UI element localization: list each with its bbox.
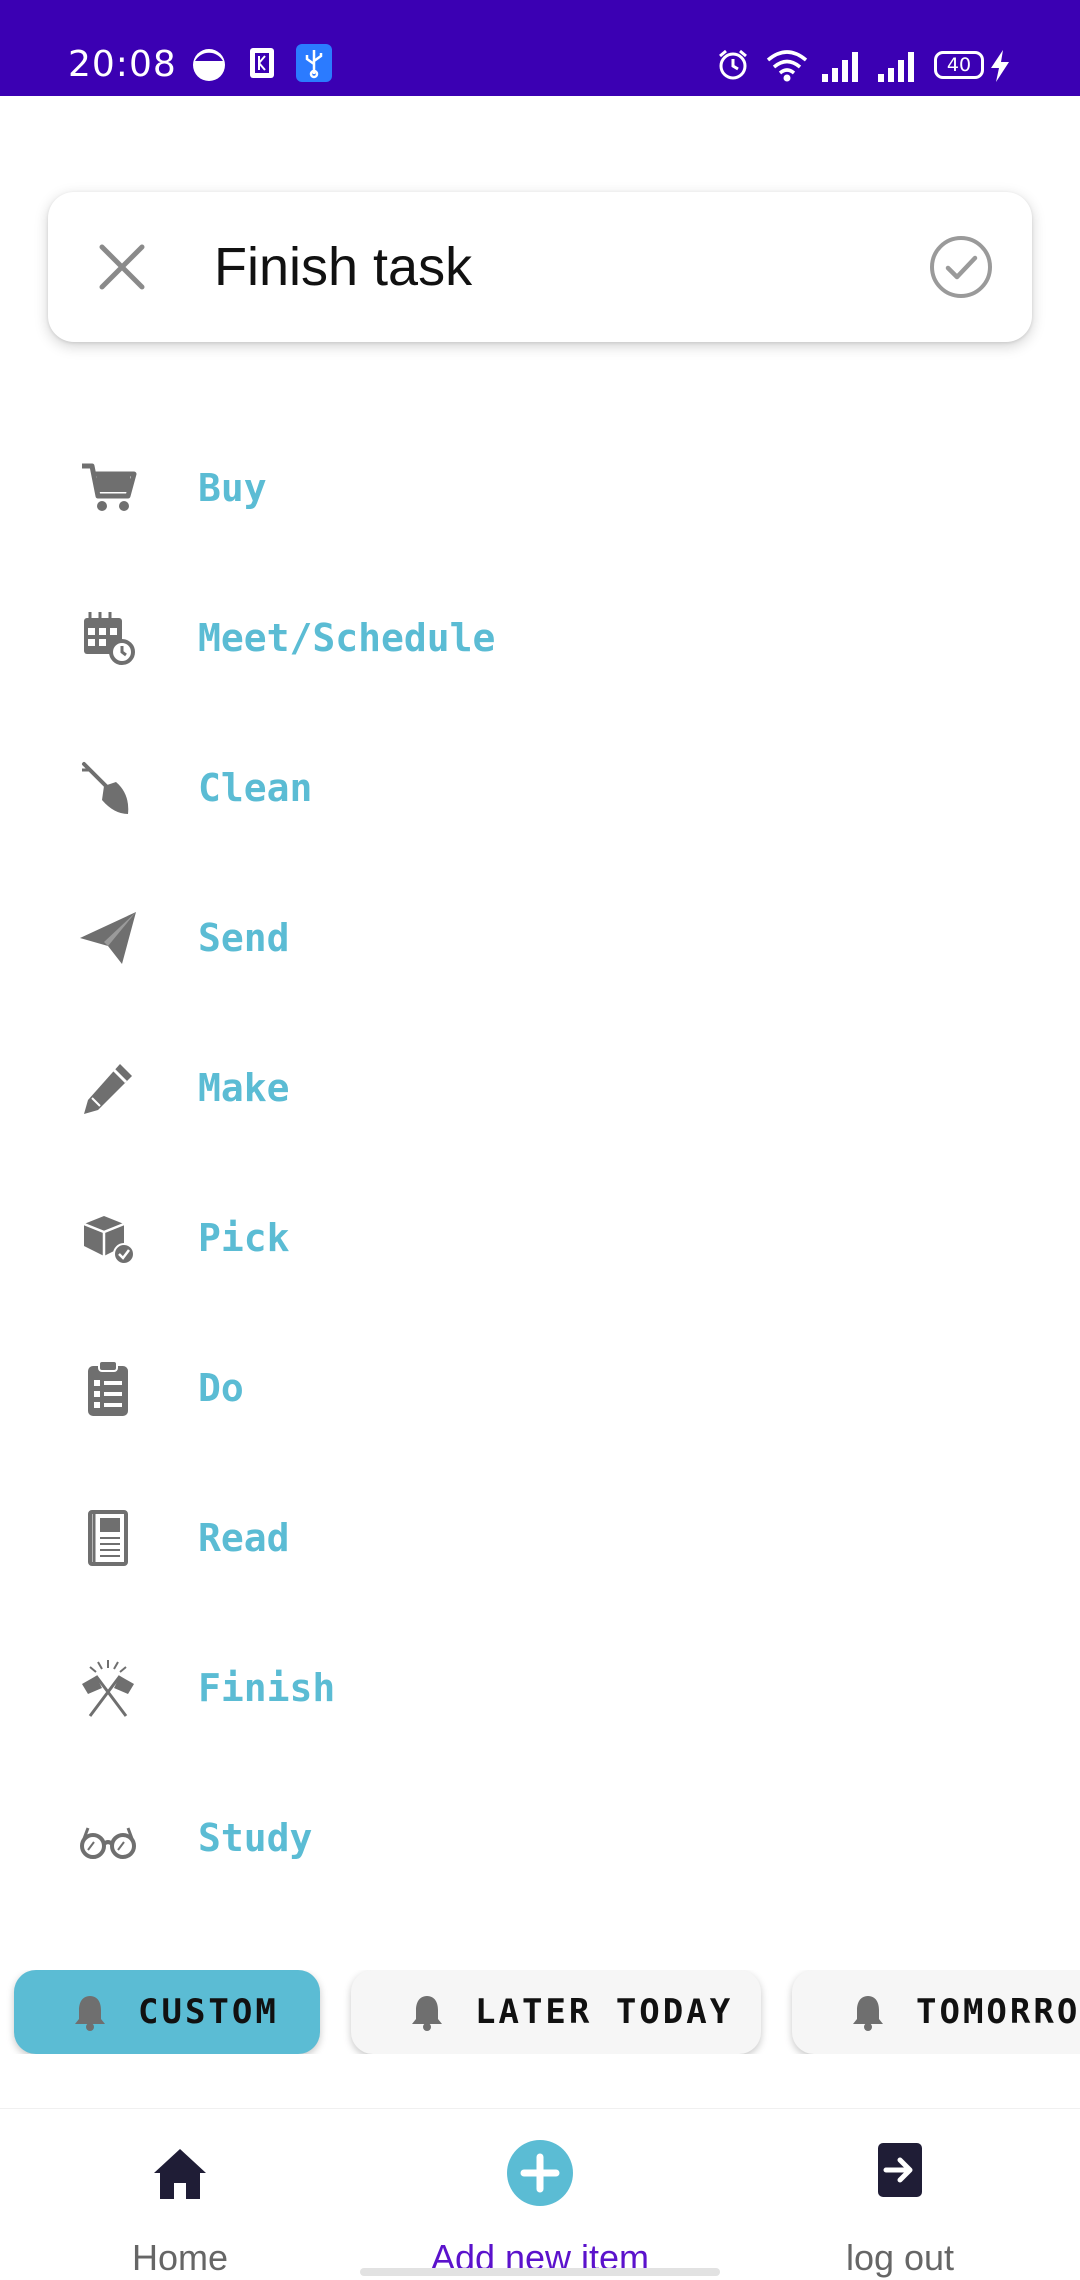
category-label: Make: [198, 1066, 290, 1110]
battery-icon: 40: [934, 51, 984, 79]
category-item-pick[interactable]: Pick: [0, 1163, 1080, 1313]
task-input[interactable]: [214, 226, 934, 308]
category-item-finish[interactable]: Finish: [0, 1613, 1080, 1763]
signal-icon: [822, 52, 858, 82]
charging-icon: [991, 50, 1009, 82]
nav-home-label: Home: [131, 2237, 229, 2278]
bell-icon: [75, 1996, 105, 2031]
category-item-meet-schedule[interactable]: Meet/Schedule: [0, 563, 1080, 713]
crossed-flags-icon: [82, 1660, 134, 1717]
status-time: 20:08: [68, 44, 177, 85]
reminder-chip-tomorrow[interactable]: TOMORROW: [792, 1970, 1080, 2054]
category-item-read[interactable]: Read: [0, 1463, 1080, 1613]
category-label: Buy: [198, 466, 267, 510]
alarm-icon: [719, 49, 747, 80]
nav-home[interactable]: Home: [60, 2109, 300, 2280]
category-label: Read: [198, 1516, 290, 1560]
logout-icon: [878, 2143, 922, 2197]
glasses-icon: [80, 1827, 136, 1859]
category-item-buy[interactable]: Buy: [0, 413, 1080, 563]
task-input-card: [48, 192, 1032, 342]
category-label: Study: [198, 1816, 313, 1860]
pencil-icon: [84, 1064, 132, 1114]
category-label: Meet/Schedule: [198, 616, 496, 660]
close-icon[interactable]: [90, 235, 154, 299]
k-square-icon: [250, 48, 274, 78]
home-icon: [154, 2149, 206, 2199]
package-check-icon: [83, 1216, 135, 1265]
nav-add-new-item[interactable]: Add new item: [400, 2109, 680, 2280]
reminder-chip-custom[interactable]: CUSTOM: [14, 1970, 320, 2054]
category-label: Do: [198, 1366, 244, 1410]
nav-log-out[interactable]: log out: [780, 2109, 1020, 2280]
category-item-do[interactable]: Do: [0, 1313, 1080, 1463]
category-label: Finish: [198, 1666, 336, 1710]
book-icon: [88, 1510, 128, 1566]
half-moon-icon: [193, 49, 225, 81]
status-bar: 20:08 40: [0, 0, 1080, 96]
confirm-check-icon[interactable]: [928, 234, 994, 300]
reminder-chip-later-today[interactable]: LATER TODAY: [351, 1970, 761, 2054]
reminder-chip-label: CUSTOM: [138, 1992, 279, 2032]
plus-circle-icon: [507, 2140, 573, 2206]
calendar-clock-icon: [84, 612, 135, 665]
category-item-make[interactable]: Make: [0, 1013, 1080, 1163]
nav-logout-label: log out: [845, 2237, 955, 2278]
reminder-chip-label: LATER TODAY: [475, 1992, 734, 2032]
bell-icon: [853, 1996, 883, 2031]
signal-icon: [878, 52, 914, 82]
shopping-cart-icon: [82, 463, 137, 511]
bell-icon: [412, 1996, 442, 2031]
paper-plane-icon: [80, 912, 136, 964]
broom-icon: [82, 762, 129, 814]
category-item-send[interactable]: Send: [0, 863, 1080, 1013]
reminder-chips: CUSTOM LATER TODAY TOMORROW: [0, 1970, 1080, 2054]
clipboard-list-icon: [88, 1360, 128, 1416]
wifi-icon: [766, 50, 808, 82]
category-label: Send: [198, 916, 290, 960]
battery-level: 40: [946, 54, 972, 76]
usb-icon: [296, 44, 332, 82]
category-item-clean[interactable]: Clean: [0, 713, 1080, 863]
category-label: Pick: [198, 1216, 290, 1260]
bottom-navigation: Home Add new item log out: [0, 2108, 1080, 2280]
home-indicator: [360, 2268, 720, 2276]
category-label: Clean: [198, 766, 313, 810]
reminder-chip-label: TOMORROW: [916, 1992, 1080, 2032]
category-item-study[interactable]: Study: [0, 1763, 1080, 1913]
